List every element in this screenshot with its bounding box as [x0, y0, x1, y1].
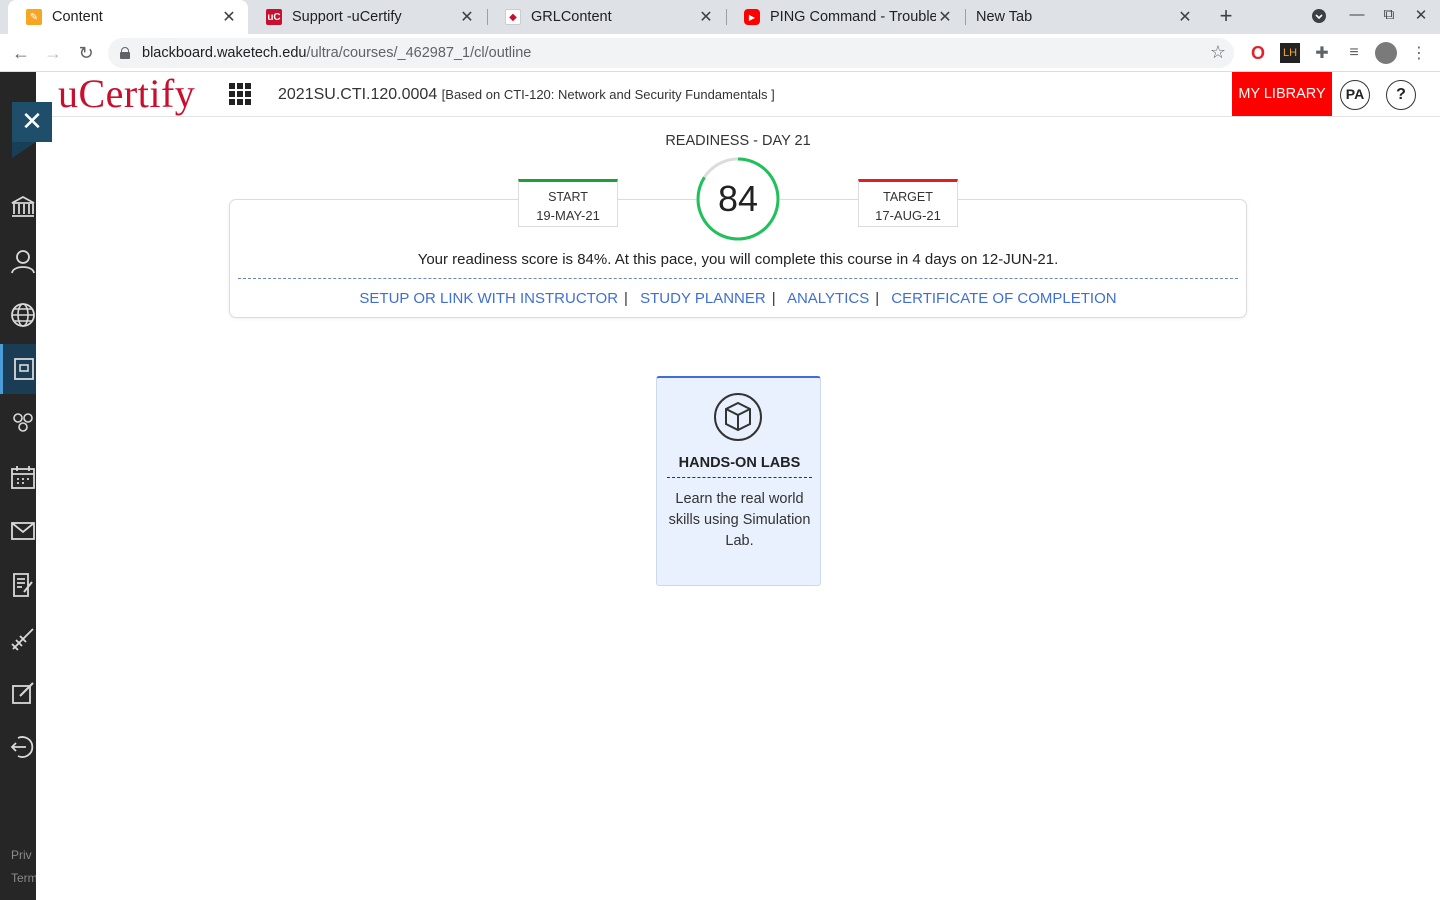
lh-extension-icon[interactable]: LH [1280, 43, 1300, 63]
readiness-title: READINESS - DAY 21 [665, 133, 811, 149]
browser-menu-icon[interactable]: ⋮ [1409, 43, 1429, 63]
grades-icon[interactable] [0, 560, 36, 610]
forward-arrow-icon[interactable]: → [40, 40, 66, 66]
new-tab-plus-icon[interactable]: + [1214, 5, 1238, 29]
globe-icon[interactable] [0, 290, 36, 340]
tab-ping-command[interactable]: ▶ PING Command - Troubles ✕ [726, 0, 964, 34]
close-panel-icon[interactable]: ✕ [12, 102, 52, 142]
readiness-divider [238, 278, 1238, 279]
tab-grlcontent[interactable]: ◆ GRLContent ✕ [487, 0, 725, 34]
url-path: /ultra/courses/_462987_1/cl/outline [306, 45, 532, 61]
extensions-puzzle-icon[interactable]: ✚ [1312, 43, 1332, 63]
opera-extension-icon[interactable]: O [1248, 43, 1268, 63]
groups-icon[interactable] [0, 398, 36, 448]
ucertify-favicon-icon: uC [266, 9, 282, 25]
address-bar[interactable]: blackboard.waketech.edu/ultra/courses/_4… [108, 38, 1234, 68]
close-tab-icon[interactable]: ✕ [220, 7, 238, 27]
course-based-on: [Based on CTI-120: Network and Security … [441, 87, 775, 102]
link-separator: | [624, 290, 628, 307]
close-tab-icon[interactable]: ✕ [1176, 7, 1194, 27]
window-close-icon[interactable]: ✕ [1410, 6, 1432, 24]
link-separator: | [875, 290, 880, 307]
grl-favicon-icon: ◆ [505, 9, 521, 25]
readiness-score: 84 [717, 178, 759, 219]
tab-label: Support -uCertify [292, 9, 402, 25]
calendar-icon[interactable] [0, 452, 36, 502]
edit-icon[interactable] [0, 668, 36, 718]
tab-new-tab[interactable]: New Tab ✕ [966, 0, 1204, 34]
readiness-message: Your readiness score is 84%. At this pac… [417, 251, 1059, 268]
youtube-favicon-icon: ▶ [744, 9, 760, 25]
start-date-box: START 19-MAY-21 [518, 179, 618, 227]
target-label: TARGET [883, 190, 933, 204]
minimize-icon[interactable]: — [1346, 6, 1368, 23]
close-tab-icon[interactable]: ✕ [458, 7, 476, 27]
target-date-box: TARGET 17-AUG-21 [858, 179, 958, 227]
setup-instructor-link[interactable]: SETUP OR LINK WITH INSTRUCTOR [359, 290, 618, 307]
course-code: 2021SU.CTI.120.0004 [278, 86, 438, 103]
close-panel-tail [12, 142, 36, 158]
tab-label: New Tab [976, 9, 1033, 25]
target-date: 17-AUG-21 [875, 208, 941, 223]
labs-title: HANDS-ON LABS [667, 455, 812, 478]
tab-label: Content [52, 9, 103, 25]
hands-on-labs-card[interactable]: HANDS-ON LABS Learn the real world skill… [656, 376, 821, 586]
messages-icon[interactable] [0, 506, 36, 556]
blackboard-nav-rail: Priv Term [0, 72, 36, 900]
ucertify-header: uCertify 2021SU.CTI.120.0004 [Based on C… [36, 70, 1440, 117]
tab-search-icon[interactable] [1308, 8, 1330, 28]
lock-icon [120, 47, 130, 59]
tab-label: PING Command - Troubles [770, 9, 936, 25]
pencil-favicon-icon: ✎ [26, 9, 42, 25]
help-button[interactable]: ? [1386, 80, 1416, 110]
analytics-link[interactable]: ANALYTICS [787, 290, 869, 307]
course-title: 2021SU.CTI.120.0004 [Based on CTI-120: N… [278, 86, 775, 104]
bookmark-star-icon[interactable]: ☆ [1210, 42, 1226, 63]
start-label: START [548, 190, 588, 204]
ucertify-logo[interactable]: uCertify [58, 70, 195, 117]
url-host: blackboard.waketech.edu [142, 45, 307, 61]
tab-content[interactable]: ✎ Content ✕ [8, 0, 248, 34]
close-tab-icon[interactable]: ✕ [936, 7, 954, 27]
profile-avatar-icon[interactable] [1375, 42, 1397, 64]
link-separator: | [771, 290, 776, 307]
sign-out-icon[interactable] [0, 722, 36, 772]
maximize-icon[interactable]: ⧉ [1378, 6, 1400, 23]
institution-icon[interactable] [0, 182, 36, 232]
reload-icon[interactable]: ↻ [73, 40, 99, 66]
tab-support-ucertify[interactable]: uC Support -uCertify ✕ [248, 0, 486, 34]
apps-grid-icon[interactable] [229, 83, 251, 105]
tab-label: GRLContent [531, 9, 612, 25]
certificate-link[interactable]: CERTIFICATE OF COMPLETION [891, 290, 1116, 307]
labs-description: Learn the real world skills using Simula… [668, 491, 811, 549]
privacy-link[interactable]: Priv [11, 848, 32, 862]
readiness-score-gauge: 84 [696, 157, 780, 241]
browser-toolbar: ← → ↻ blackboard.waketech.edu/ultra/cour… [0, 34, 1440, 72]
readiness-links: SETUP OR LINK WITH INSTRUCTOR | STUDY PLA… [229, 290, 1247, 307]
terms-link[interactable]: Term [11, 871, 36, 885]
my-library-button[interactable]: MY LIBRARY [1232, 72, 1332, 116]
courses-icon[interactable] [0, 344, 36, 394]
cube-icon [714, 393, 762, 441]
browser-tab-strip: ✎ Content ✕ uC Support -uCertify ✕ ◆ GRL… [0, 0, 1440, 34]
media-queue-icon[interactable]: ≡ [1344, 43, 1364, 63]
back-arrow-icon[interactable]: ← [8, 40, 34, 66]
tools-icon[interactable] [0, 614, 36, 664]
study-planner-link[interactable]: STUDY PLANNER [640, 290, 766, 307]
close-tab-icon[interactable]: ✕ [697, 7, 715, 27]
start-date: 19-MAY-21 [536, 208, 600, 223]
profile-icon[interactable] [0, 236, 36, 286]
user-avatar-button[interactable]: PA [1340, 80, 1370, 110]
